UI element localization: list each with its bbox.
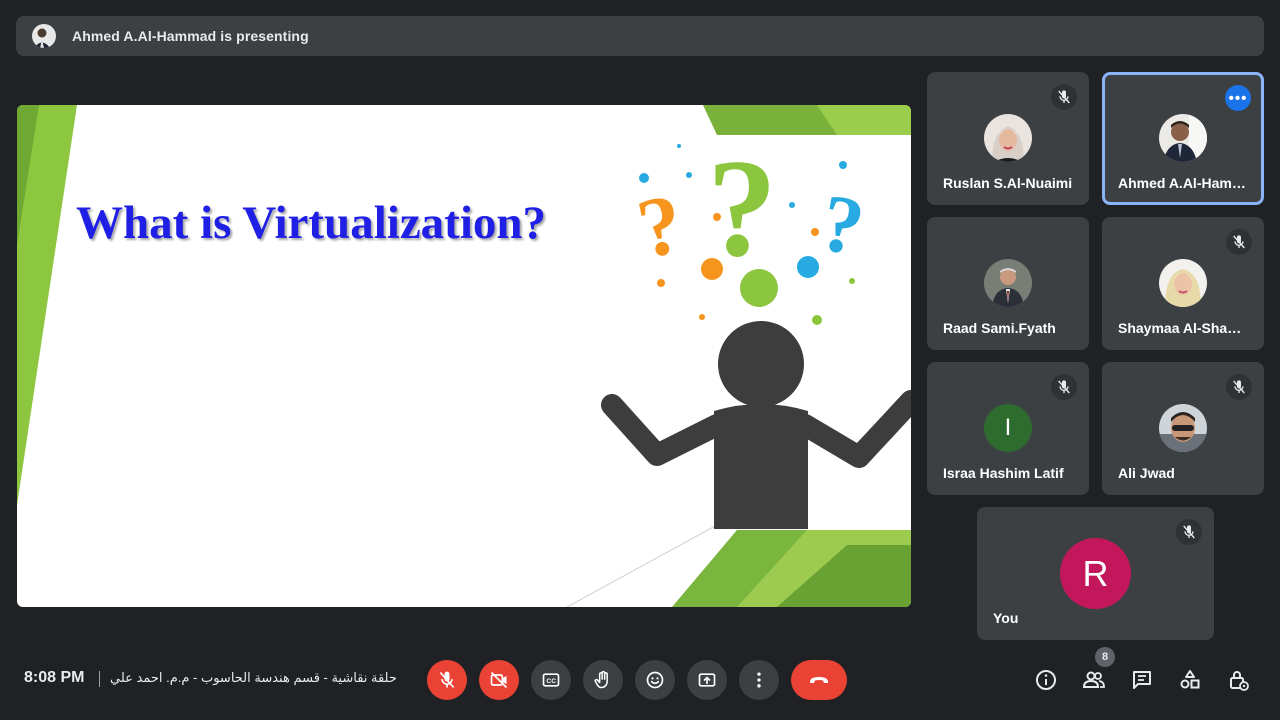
people-icon: [1082, 671, 1105, 688]
end-call-button[interactable]: [791, 660, 847, 700]
self-name: You: [993, 610, 1019, 626]
participant-tile[interactable]: Ali Jwad: [1102, 362, 1264, 495]
participant-tile[interactable]: Ruslan S.Al-Nuaimi: [927, 72, 1089, 205]
end-call-icon: [810, 677, 828, 683]
participant-name: Shaymaa Al-Shamary: [1118, 320, 1248, 336]
more-options-button[interactable]: [739, 660, 779, 700]
clock: 8:08 PM: [24, 669, 85, 686]
info-icon: [1036, 670, 1056, 690]
emoji-button[interactable]: [635, 660, 675, 700]
participant-name: Israa Hashim Latif: [943, 465, 1064, 481]
mic-toggle-button[interactable]: [427, 660, 467, 700]
raise-hand-icon: [594, 670, 608, 689]
present-now-button[interactable]: [687, 660, 727, 700]
participant-avatar: [1159, 114, 1207, 162]
chat-icon: [1133, 671, 1151, 689]
meeting-details-button[interactable]: [1032, 666, 1060, 694]
participant-avatar: [1159, 404, 1207, 452]
camera-off-icon: [490, 671, 508, 689]
people-button[interactable]: [1080, 666, 1108, 694]
svg-text:?: ?: [630, 176, 691, 277]
host-controls-icon: [1230, 671, 1249, 691]
svg-text:CC: CC: [546, 678, 556, 685]
participant-initial-avatar: I: [984, 404, 1032, 452]
participant-avatar: [984, 259, 1032, 307]
presenting-text: Ahmed A.Al-Hammad is presenting: [72, 28, 309, 44]
mic-off-icon: [439, 671, 455, 689]
activities-button[interactable]: [1176, 666, 1204, 694]
mic-off-icon: [1051, 84, 1077, 110]
participant-name: Raad Sami.Fyath: [943, 320, 1056, 336]
presenter-avatar: [32, 24, 56, 48]
participant-avatar: [984, 114, 1032, 162]
self-tile[interactable]: R You: [977, 507, 1214, 640]
participant-count-badge: 8: [1095, 647, 1115, 667]
participant-name: Ahmed A.Al-Hammad: [1118, 175, 1248, 191]
mic-off-icon: [1051, 374, 1077, 400]
participant-tile[interactable]: Raad Sami.Fyath: [927, 217, 1089, 350]
more-options-icon[interactable]: •••: [1225, 85, 1251, 111]
mic-off-icon: [1226, 374, 1252, 400]
participant-name: Ali Jwad: [1118, 465, 1175, 481]
presenting-banner: Ahmed A.Al-Hammad is presenting: [16, 16, 1264, 56]
presentation-view: ? ? ? What is Virtualization?: [17, 105, 911, 607]
mic-off-icon: [1226, 229, 1252, 255]
raise-hand-button[interactable]: [583, 660, 623, 700]
camera-toggle-button[interactable]: [479, 660, 519, 700]
present-icon: [698, 673, 716, 687]
chat-button[interactable]: [1128, 666, 1156, 694]
participant-tile-presenter[interactable]: ••• Ahmed A.Al-Hammad: [1102, 72, 1264, 205]
participant-name: Ruslan S.Al-Nuaimi: [943, 175, 1073, 191]
more-vert-icon: [757, 672, 761, 688]
participant-tile[interactable]: Shaymaa Al-Shamary: [1102, 217, 1264, 350]
slide-title: What is Virtualization?: [76, 197, 547, 249]
participant-tile[interactable]: I Israa Hashim Latif: [927, 362, 1089, 495]
captions-button[interactable]: CC: [531, 660, 571, 700]
footer-divider: [99, 671, 100, 687]
participant-avatar: [1159, 259, 1207, 307]
svg-text:?: ?: [814, 176, 870, 273]
self-avatar: R: [1060, 538, 1131, 609]
emoji-icon: [646, 671, 664, 689]
activities-icon: [1180, 670, 1200, 689]
host-controls-button[interactable]: [1224, 666, 1252, 694]
captions-icon: CC: [542, 673, 560, 687]
slide-artwork: ? ? ?: [17, 105, 911, 607]
meeting-title: حلقة نقاشية - قسم هندسة الحاسوب - م.م. ا…: [110, 670, 397, 685]
mic-off-icon: [1176, 519, 1202, 545]
